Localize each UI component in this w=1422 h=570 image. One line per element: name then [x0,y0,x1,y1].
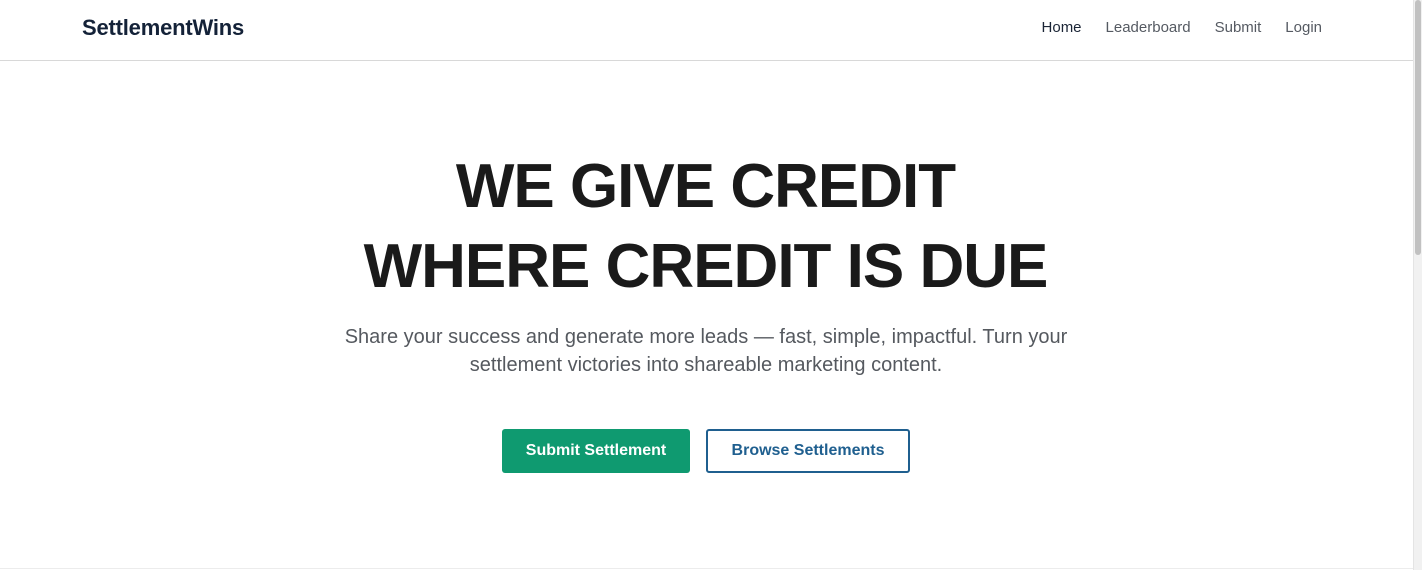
hero-headline-line-2: WHERE CREDIT IS DUE [363,232,1049,301]
top-navigation: SettlementWins Home Leaderboard Submit L… [0,0,1414,61]
hero-section: WE GIVE CREDIT WHERE CREDIT IS DUE Share… [0,61,1414,568]
browse-settlements-button[interactable]: Browse Settlements [706,429,910,473]
page-scrollbar[interactable] [1413,0,1422,570]
submit-settlement-button[interactable]: Submit Settlement [502,429,690,473]
section-divider [0,568,1414,569]
scrollbar-thumb[interactable] [1415,0,1421,255]
nav-link-leaderboard[interactable]: Leaderboard [1106,17,1191,39]
brand-logo[interactable]: SettlementWins [82,13,244,43]
hero-headline-line-1: WE GIVE CREDIT [455,152,956,221]
nav-link-submit[interactable]: Submit [1215,17,1262,39]
nav-link-home[interactable]: Home [1042,17,1082,39]
page: SettlementWins Home Leaderboard Submit L… [0,0,1422,570]
nav-link-login[interactable]: Login [1285,17,1322,39]
hero-subtitle: Share your success and generate more lea… [344,326,1068,376]
nav-links: Home Leaderboard Submit Login [1042,17,1322,39]
hero-headline: WE GIVE CREDIT WHERE CREDIT IS DUE [0,147,1411,307]
